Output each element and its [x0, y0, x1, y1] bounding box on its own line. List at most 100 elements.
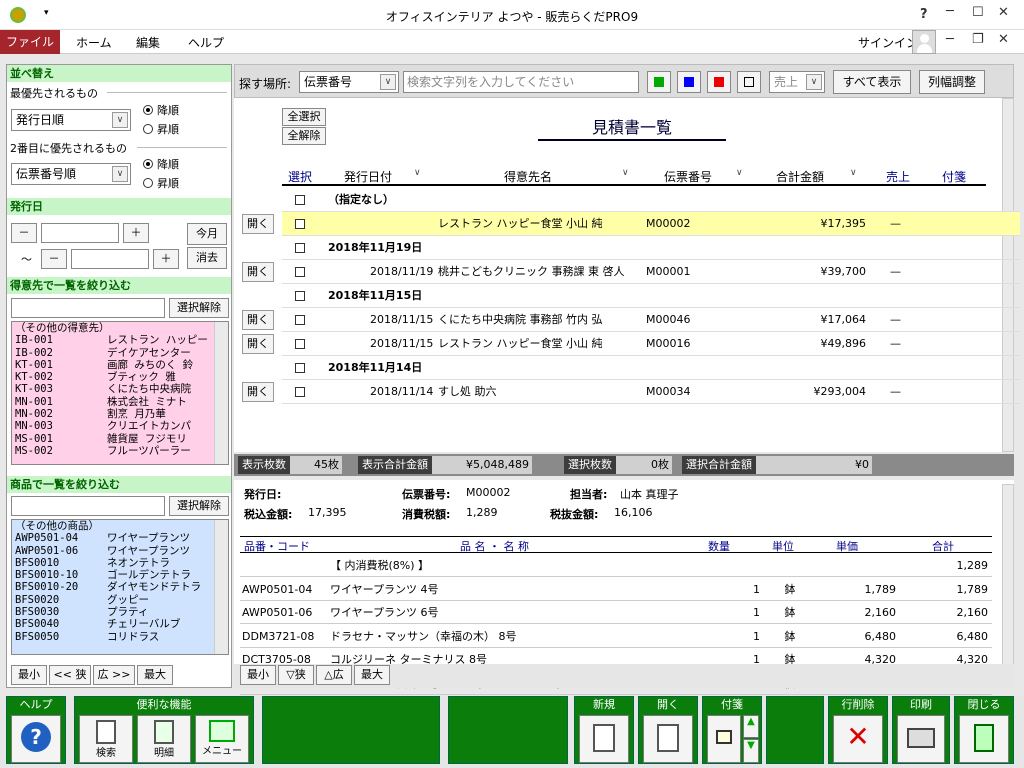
tab-edit[interactable]: 編集 — [136, 34, 160, 51]
list-item[interactable]: （その他の得意先） — [12, 322, 228, 334]
search-field-select[interactable]: 伝票番号 ∨ — [299, 71, 399, 93]
detail-button[interactable]: 明細 — [137, 715, 191, 763]
delete-row-button[interactable]: ✕ — [833, 715, 883, 763]
customer-list-scrollbar[interactable] — [214, 322, 228, 464]
ribbon-restore-icon[interactable]: ❐ — [972, 32, 984, 47]
select-all-button[interactable]: 全選択 — [282, 108, 326, 126]
row-open-button[interactable]: 開く — [242, 262, 274, 282]
list-item[interactable]: IB-002 デイケアセンター — [12, 347, 228, 359]
list-item[interactable]: AWP0501-06 ワイヤープランツ — [12, 545, 228, 557]
checkbox[interactable] — [295, 267, 305, 277]
chevron-down-icon[interactable]: ∨ — [806, 74, 822, 90]
chevron-down-icon[interactable]: ∨ — [380, 74, 396, 90]
chevron-down-icon[interactable]: ∨ — [112, 112, 128, 128]
chevron-down-icon[interactable]: ∨ — [414, 168, 421, 178]
tab-help[interactable]: ヘルプ — [188, 34, 224, 51]
product-filter-input[interactable] — [11, 496, 165, 516]
row-open-button[interactable]: 開く — [242, 334, 274, 354]
list-item[interactable]: BFS0010-10 ゴールデンテトラ — [12, 569, 228, 581]
left-min-button[interactable]: 最小 — [11, 665, 47, 685]
deselect-all-button[interactable]: 全解除 — [282, 127, 326, 145]
this-month-button[interactable]: 今月 — [187, 223, 227, 245]
radio-off-icon[interactable] — [143, 178, 153, 188]
detail-narrow-button[interactable]: ▽狭 — [278, 665, 314, 685]
list-item[interactable]: BFS0030 プラティ — [12, 606, 228, 618]
customer-list[interactable]: （その他の得意先） IB-001 レストラン ハッピー IB-002 デイケアセンター K… — [11, 321, 229, 465]
customer-deselect-button[interactable]: 選択解除 — [169, 298, 229, 318]
ribbon-minimize-icon[interactable]: ─ — [946, 32, 954, 47]
print-button[interactable] — [897, 715, 945, 763]
date-end-input[interactable] — [71, 249, 149, 269]
checkbox[interactable] — [295, 387, 305, 397]
header-slip[interactable]: 伝票番号 — [664, 168, 712, 185]
ribbon-close-icon[interactable]: ✕ — [998, 32, 1009, 47]
left-max-button[interactable]: 最大 — [137, 665, 173, 685]
table-row[interactable]: レストラン ハッピー食堂 小山 純 M00002 ¥17,395 — — [282, 212, 1020, 236]
table-row[interactable]: AWP0501-04 ワイヤープランツ 4号 1 鉢 1,789 1,789 — [240, 578, 992, 601]
group-row[interactable]: （指定なし） — [282, 188, 1020, 212]
list-item[interactable]: BFS0020 グッピー — [12, 594, 228, 606]
search-input[interactable]: 検索文字列を入力してください — [403, 71, 639, 93]
date-end-minus-button[interactable]: － — [41, 249, 67, 269]
list-item[interactable]: MN-003 クリエイトカンパ — [12, 420, 228, 432]
list-item[interactable]: BFS0050 コリドラス — [12, 631, 228, 643]
tag-down-icon[interactable]: ▼ — [743, 739, 759, 763]
radio-on-icon[interactable] — [143, 159, 153, 169]
red-filter-button[interactable] — [707, 71, 731, 93]
group-row[interactable]: 2018年11月19日 — [282, 236, 1020, 260]
chevron-down-icon[interactable]: ∨ — [622, 168, 629, 178]
header-tag[interactable]: 付箋 — [942, 168, 966, 185]
table-row[interactable]: 2018/11/15 くにたち中央病院 事務部 竹内 弘 M00046 ¥17,064… — [282, 308, 1020, 332]
show-all-button[interactable]: すべて表示 — [833, 70, 911, 94]
radio-off-icon[interactable] — [143, 124, 153, 134]
checkbox[interactable] — [295, 291, 305, 301]
list-item[interactable]: BFS0040 チェリーバルブ — [12, 618, 228, 630]
group-row[interactable]: 2018年11月15日 — [282, 284, 1020, 308]
second-asc-radio[interactable]: 昇順 — [143, 175, 179, 191]
list-item[interactable]: MS-001 雑貨屋 フジモリ — [12, 433, 228, 445]
checkbox[interactable] — [295, 315, 305, 325]
first-sort-select[interactable]: 発行日順 ∨ — [11, 109, 131, 131]
list-item[interactable]: AWP0501-04 ワイヤープランツ — [12, 532, 228, 544]
tab-file[interactable]: ファイル — [0, 30, 60, 54]
first-asc-radio[interactable]: 昇順 — [143, 121, 179, 137]
chevron-down-icon[interactable]: ∨ — [112, 166, 128, 182]
chevron-down-icon[interactable]: ∨ — [736, 168, 743, 178]
minimize-icon[interactable]: ─ — [946, 4, 954, 19]
close-button[interactable] — [959, 715, 1009, 763]
white-filter-button[interactable] — [737, 71, 761, 93]
row-open-button[interactable]: 開く — [242, 214, 274, 234]
header-date[interactable]: 発行日付 — [344, 168, 392, 185]
list-item[interactable]: MS-002 フルーツパーラー — [12, 445, 228, 457]
tab-home[interactable]: ホーム — [76, 34, 112, 51]
table-row[interactable]: 2018/11/14 すし処 助六 M00034 ¥293,004 — — [282, 380, 1020, 404]
second-desc-radio[interactable]: 降順 — [143, 156, 179, 172]
tag-up-icon[interactable]: ▲ — [743, 715, 759, 738]
green-filter-button[interactable] — [647, 71, 671, 93]
list-item[interactable]: BFS0010 ネオンテトラ — [12, 557, 228, 569]
list-item[interactable]: BFS0010-20 ダイヤモンドテトラ — [12, 581, 228, 593]
blue-filter-button[interactable] — [677, 71, 701, 93]
group-row[interactable]: 2018年11月14日 — [282, 356, 1020, 380]
table-row[interactable]: 2018/11/19 桃井こどもクリニック 事務課 東 啓人 M00001 ¥39,7… — [282, 260, 1020, 284]
left-narrow-button[interactable]: << 狭 — [49, 665, 91, 685]
checkbox[interactable] — [295, 339, 305, 349]
detail-scrollbar[interactable] — [1002, 484, 1014, 684]
list-item[interactable]: （その他の商品） — [12, 520, 228, 532]
signin-link[interactable]: サインイン — [858, 34, 918, 51]
detail-wide-button[interactable]: △広 — [316, 665, 352, 685]
product-list[interactable]: （その他の商品） AWP0501-04 ワイヤープランツ AWP0501-06 ワイヤー… — [11, 519, 229, 655]
help-icon[interactable]: ? — [920, 7, 928, 22]
checkbox[interactable] — [295, 243, 305, 253]
date-start-minus-button[interactable]: － — [11, 223, 37, 243]
header-total[interactable]: 合計金額 — [776, 168, 824, 185]
list-item[interactable]: MN-002 割烹 月乃華 — [12, 408, 228, 420]
chevron-down-icon[interactable]: ∨ — [850, 168, 857, 178]
list-item[interactable]: KT-003 くにたち中央病院 — [12, 383, 228, 395]
table-row[interactable]: DDM3721-08 ドラセナ・マッサン（幸福の木） 8号 1 鉢 6,480 6,480 — [240, 625, 992, 648]
tag-button[interactable] — [707, 715, 741, 763]
checkbox[interactable] — [295, 195, 305, 205]
table-row[interactable]: AWP0501-06 ワイヤープランツ 6号 1 鉢 2,160 2,160 — [240, 601, 992, 624]
date-clear-button[interactable]: 消去 — [187, 247, 227, 269]
date-end-plus-button[interactable]: ＋ — [153, 249, 179, 269]
